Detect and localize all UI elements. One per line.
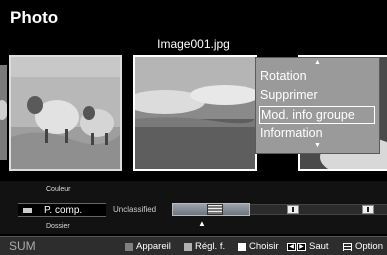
footer-regl[interactable]: Régl. f. (184, 241, 225, 252)
footer-choisir[interactable]: Choisir (238, 241, 279, 252)
sort-indicator-icon (23, 208, 32, 213)
group-marker-icon[interactable] (362, 205, 374, 214)
group-marker-icon[interactable] (287, 205, 299, 214)
sky-photo (135, 57, 255, 169)
menu-item-edit-group-info[interactable]: Mod. info groupe (259, 106, 375, 124)
menu-item-information[interactable]: Information (259, 124, 323, 142)
group-label: Unclassified (113, 205, 157, 214)
enter-button-icon (238, 242, 246, 251)
gray-button-icon (125, 242, 133, 251)
skip-left-icon: ◀ (287, 242, 296, 251)
light-button-icon (184, 242, 192, 251)
page-title: Photo (10, 8, 59, 27)
thumbnail-partial-left[interactable] (0, 65, 7, 160)
footer-option[interactable]: Option (343, 241, 383, 252)
sum-label: SUM (9, 239, 36, 253)
thumbnail-previous[interactable] (9, 55, 122, 171)
scroll-down-icon[interactable]: ▼ (256, 142, 379, 150)
sort-selector[interactable]: P. comp. (18, 203, 106, 217)
sort-option-above[interactable]: Couleur (46, 186, 71, 193)
thumbnail-partial-left-image (0, 65, 7, 160)
footer-option-label: Option (355, 241, 383, 252)
footer-appareil[interactable]: Appareil (125, 241, 171, 252)
footer-choisir-label: Choisir (249, 241, 279, 252)
scroll-up-icon[interactable]: ▲ (256, 59, 379, 67)
footer-saut-label: Saut (309, 241, 329, 252)
footer-saut[interactable]: ◀ ▶ Saut (287, 241, 329, 252)
sheep-photo (11, 57, 120, 169)
current-filename: Image001.jpg (157, 37, 230, 51)
thumbnail-current[interactable] (133, 55, 257, 171)
footer-appareil-label: Appareil (136, 241, 171, 252)
slider-grip-icon[interactable] (207, 204, 223, 215)
menu-item-rotation[interactable]: Rotation (259, 67, 307, 85)
sort-option-below[interactable]: Dossier (46, 223, 70, 230)
footer-regl-label: Régl. f. (195, 241, 226, 252)
skip-right-icon: ▶ (297, 242, 306, 251)
tools-icon (343, 242, 352, 251)
sort-current-label: P. comp. (44, 205, 83, 216)
options-menu: ▲ Rotation Supprimer Mod. info groupe In… (255, 57, 380, 154)
photo-screen: Photo Image001.jpg ▲ Rotation Supprimer … (0, 0, 387, 255)
menu-item-delete[interactable]: Supprimer (259, 86, 318, 104)
position-caret-icon: ▲ (198, 219, 206, 228)
